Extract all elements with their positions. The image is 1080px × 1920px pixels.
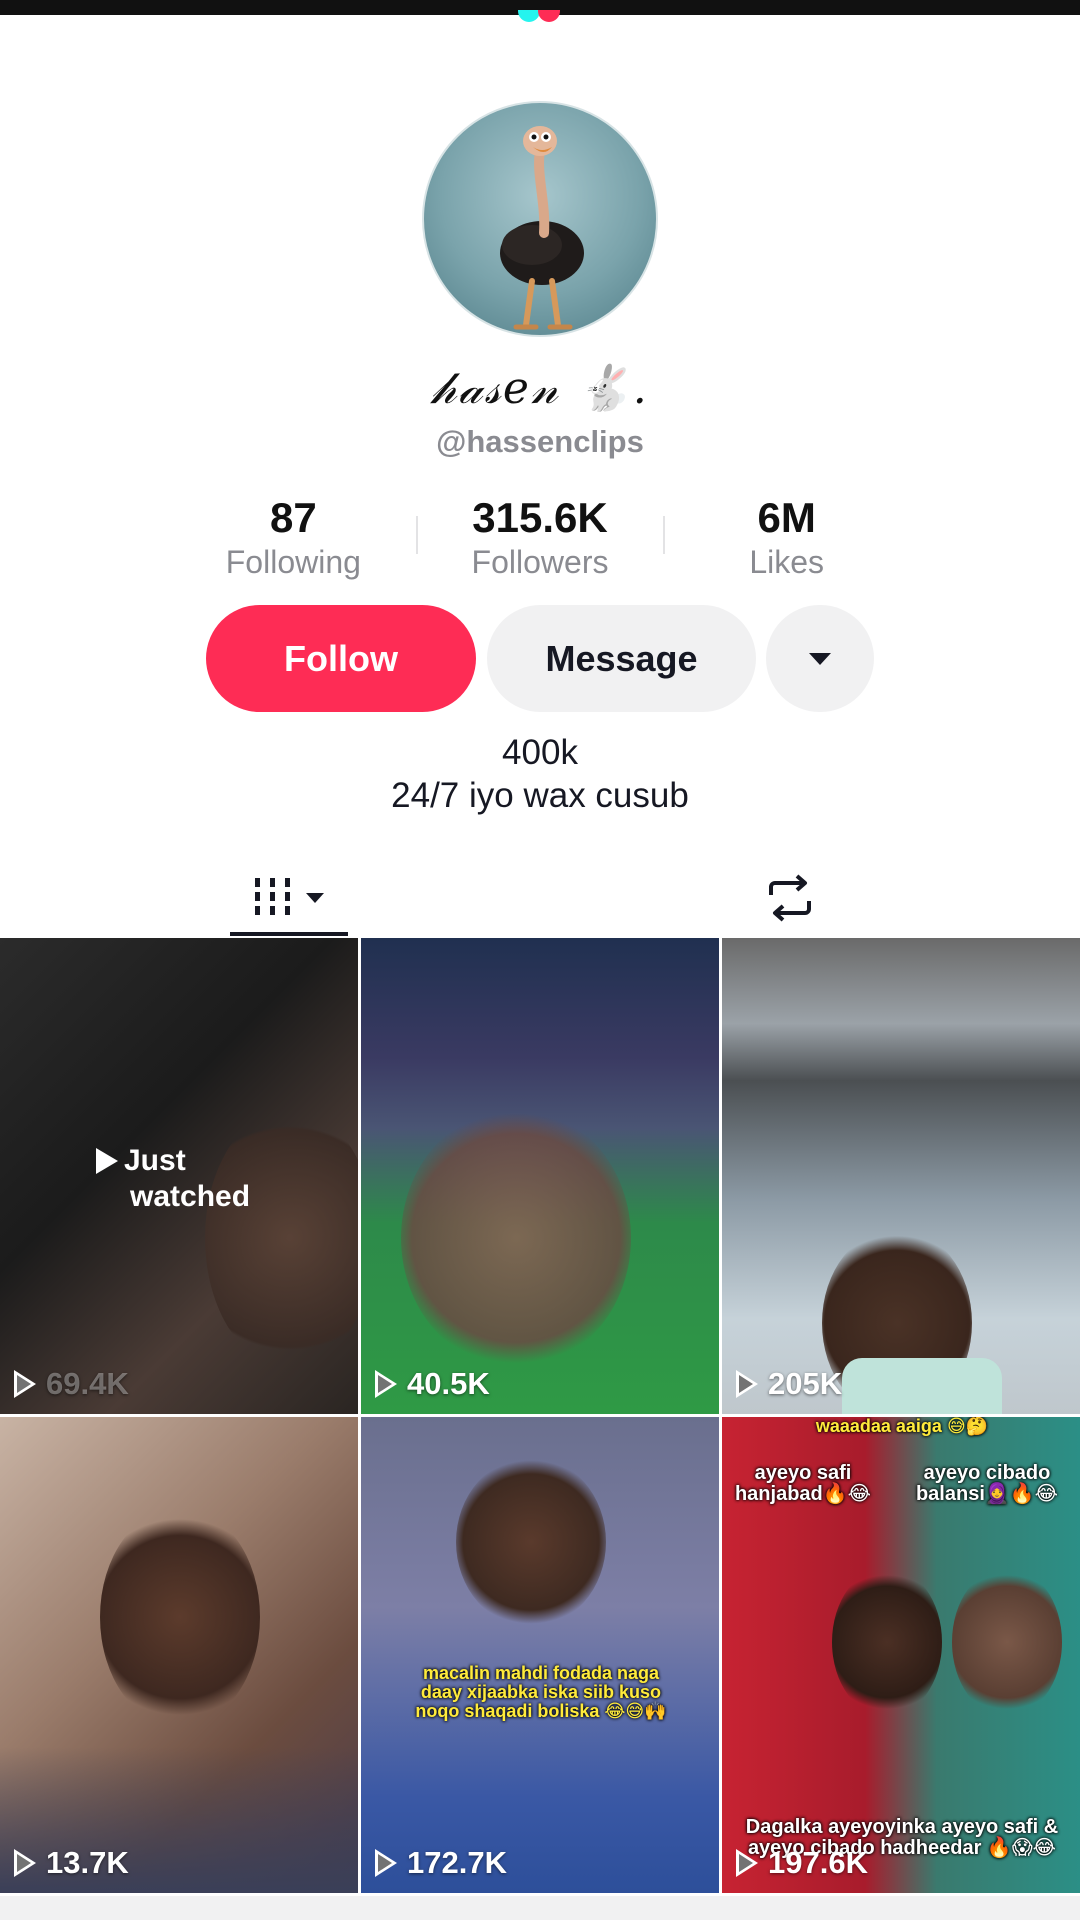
follow-button[interactable]: Follow [206,605,476,712]
caret-down-icon [809,652,831,665]
message-button[interactable]: Message [487,605,756,712]
stat-likes[interactable]: 6M Likes [663,494,910,584]
ostrich-avatar-image [500,126,584,330]
likes-label: Likes [749,544,825,580]
following-count: 87 [269,494,317,541]
video-caption-top: waaadaa aaiga 😅🤔 [815,1417,989,1436]
tiktok-logo-dots [518,10,562,22]
video-thumbnail[interactable]: 205K [722,938,1080,1414]
play-icon [14,1370,36,1398]
play-icon [375,1849,397,1877]
followers-count: 315.6K [472,494,608,541]
grid-icon [254,878,290,918]
stat-divider [416,516,418,554]
view-count: 172.7K [375,1845,507,1881]
tab-videos[interactable] [230,858,348,938]
username-handle: @hassenclips [436,424,644,459]
chevron-down-icon [305,893,324,903]
view-count: 40.5K [375,1366,490,1402]
video-caption: macalin mahdi fodada naga daay xijaabka … [415,1663,667,1721]
view-count: 205K [736,1366,842,1402]
just-watched-badge: Just watched [96,1143,250,1215]
play-icon [14,1849,36,1877]
bio-line-2: 24/7 iyo wax cusub [391,776,689,815]
video-thumbnail[interactable]: waaadaa aaiga 😅🤔 ayeyo safi hanjabad🔥😂 a… [722,1417,1080,1893]
profile-stats: 87 Following 315.6K Followers 6M Likes [170,494,910,584]
followers-label: Followers [471,544,609,580]
just-watched-label-2: watched [130,1180,251,1213]
play-icon [736,1370,758,1398]
video-caption-right: ayeyo cibado balansi🧕🔥😂 [915,1462,1059,1505]
play-icon [96,1148,118,1174]
stat-divider [663,516,665,554]
video-thumbnail[interactable]: macalin mahdi fodada naga daay xijaabka … [361,1417,719,1893]
tab-reposts[interactable] [740,858,840,938]
play-icon [736,1849,758,1877]
repost-icon [769,874,811,922]
stat-following[interactable]: 87 Following [170,494,417,584]
video-thumbnail[interactable]: 40.5K [361,938,719,1414]
video-caption-left: ayeyo safi hanjabad🔥😂 [734,1462,872,1505]
stat-followers[interactable]: 315.6K Followers [417,494,664,584]
view-count: 197.6K [736,1845,868,1881]
view-count: 13.7K [14,1845,129,1881]
following-label: Following [225,544,361,580]
bio-line-1: 400k [502,733,578,772]
play-icon [375,1370,397,1398]
video-thumbnail[interactable]: 13.7K [0,1417,358,1893]
display-name: 𝒽𝒶𝓈𝑒𝓃 🐇. [431,363,649,414]
active-tab-indicator [230,932,348,936]
more-options-button[interactable] [766,605,874,712]
video-thumbnail[interactable]: Just watched 69.4K [0,938,358,1414]
just-watched-label: Just [124,1144,186,1177]
next-row-preview [0,1896,1080,1920]
avatar[interactable] [422,101,658,337]
view-count: 69.4K [14,1366,129,1402]
likes-count: 6M [757,494,816,541]
